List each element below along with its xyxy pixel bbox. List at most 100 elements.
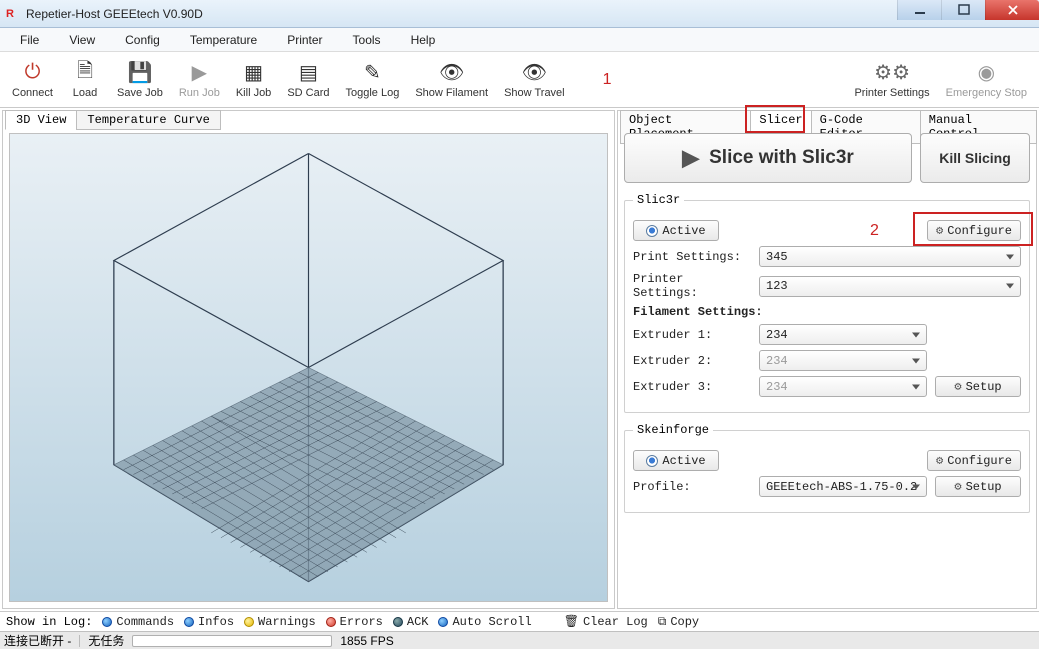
gear-icon: ⚙ <box>936 223 943 238</box>
window-title: Repetier-Host GEEEtech V0.90D <box>26 7 203 21</box>
sdcard-icon: ▤ <box>299 61 318 85</box>
menu-view[interactable]: View <box>59 31 105 49</box>
load-label: Load <box>73 87 97 99</box>
log-infos-toggle[interactable]: Infos <box>184 615 234 629</box>
show-in-log-label: Show in Log: <box>6 615 92 629</box>
window-maximize-button[interactable] <box>941 0 985 20</box>
window-minimize-button[interactable] <box>897 0 941 20</box>
slic3r-active-button[interactable]: Active <box>633 220 719 241</box>
slic3r-group: Slic3r Active 2 ⚙ Configure <box>624 193 1030 413</box>
play-icon: ▶ <box>682 145 699 171</box>
save-icon: 💾 <box>127 61 152 85</box>
gear-icon: ⚙ <box>936 453 943 468</box>
kill-job-button[interactable]: ▦ Kill Job <box>228 59 279 101</box>
slic3r-legend: Slic3r <box>633 193 684 207</box>
emergency-stop-label: Emergency Stop <box>946 87 1027 99</box>
menu-printer[interactable]: Printer <box>277 31 332 49</box>
emergency-stop-button[interactable]: ◉ Emergency Stop <box>938 59 1035 101</box>
tab-3d-view[interactable]: 3D View <box>5 110 77 130</box>
log-warnings-toggle[interactable]: Warnings <box>244 615 316 629</box>
printer-settings-label: Printer Settings: <box>633 272 751 300</box>
tab-temp-curve[interactable]: Temperature Curve <box>76 110 220 130</box>
trash-icon: 🗑 <box>564 614 579 629</box>
filament-settings-heading: Filament Settings: <box>633 305 763 319</box>
kill-icon: ▦ <box>244 61 263 85</box>
print-settings-dropdown[interactable]: 345 <box>759 246 1021 267</box>
log-ack-toggle[interactable]: ACK <box>393 615 429 629</box>
log-commands-toggle[interactable]: Commands <box>102 615 174 629</box>
annotation-number-1: 1 <box>603 71 612 89</box>
slic3r-configure-button[interactable]: ⚙ Configure <box>927 220 1021 241</box>
save-job-label: Save Job <box>117 87 163 99</box>
dot-icon <box>184 617 194 627</box>
dot-icon <box>438 617 448 627</box>
slice-button-label: Slice with Slic3r <box>709 147 854 169</box>
slic3r-configure-label: Configure <box>947 224 1012 238</box>
kill-slicing-button[interactable]: Kill Slicing <box>920 133 1030 183</box>
slic3r-setup-label: Setup <box>966 380 1002 394</box>
tab-slicer-label: Slicer <box>759 113 802 127</box>
skeinforge-active-label: Active <box>662 454 705 468</box>
connect-button[interactable]: ⏻ Connect <box>4 59 61 101</box>
printer-settings-button[interactable]: ⚙⚙ Printer Settings <box>846 59 937 101</box>
extruder2-dropdown[interactable]: 234 <box>759 350 927 371</box>
connect-label: Connect <box>12 87 53 99</box>
copy-log-button[interactable]: ⧉Copy <box>658 615 699 629</box>
menu-help[interactable]: Help <box>401 31 446 49</box>
sd-card-label: SD Card <box>287 87 329 99</box>
extruder3-dropdown[interactable]: 234 <box>759 376 927 397</box>
extruder2-label: Extruder 2: <box>633 354 751 368</box>
skeinforge-active-button[interactable]: Active <box>633 450 719 471</box>
slice-button[interactable]: ▶ Slice with Slic3r <box>624 133 912 183</box>
run-job-button[interactable]: ▶ Run Job <box>171 59 228 101</box>
load-button[interactable]: 🗎 Load <box>61 59 109 101</box>
skeinforge-configure-label: Configure <box>947 454 1012 468</box>
clear-log-button[interactable]: 🗑Clear Log <box>564 614 648 629</box>
profile-dropdown[interactable]: GEEEtech-ABS-1.75-0.2 <box>759 476 927 497</box>
dot-icon <box>393 617 403 627</box>
skeinforge-legend: Skeinforge <box>633 423 713 437</box>
stop-icon: ◉ <box>978 61 995 85</box>
connection-status: 连接已断开 - <box>4 632 71 649</box>
slic3r-setup-button[interactable]: ⚙ Setup <box>935 376 1021 397</box>
show-travel-button[interactable]: 👁 Show Travel <box>496 59 573 101</box>
log-errors-toggle[interactable]: Errors <box>326 615 383 629</box>
skeinforge-configure-button[interactable]: ⚙ Configure <box>927 450 1021 471</box>
task-status: 无任务 <box>88 632 124 649</box>
menu-bar: File View Config Temperature Printer Too… <box>0 28 1039 52</box>
toggle-log-button[interactable]: ✎ Toggle Log <box>338 59 408 101</box>
toggle-log-label: Toggle Log <box>346 87 400 99</box>
skeinforge-setup-button[interactable]: ⚙ Setup <box>935 476 1021 497</box>
dot-icon <box>326 617 336 627</box>
annotation-number-2: 2 <box>870 222 879 240</box>
gear-icon: ⚙ <box>954 379 961 394</box>
menu-file[interactable]: File <box>10 31 49 49</box>
show-filament-button[interactable]: 👁 Show Filament <box>407 59 496 101</box>
menu-tools[interactable]: Tools <box>343 31 391 49</box>
extruder3-label: Extruder 3: <box>633 380 751 394</box>
skeinforge-group: Skeinforge Active ⚙ Configure Profile: G… <box>624 423 1030 513</box>
printer-settings-dropdown[interactable]: 123 <box>759 276 1021 297</box>
show-travel-label: Show Travel <box>504 87 565 99</box>
kill-slicing-label: Kill Slicing <box>939 150 1011 166</box>
play-icon: ▶ <box>192 61 207 85</box>
kill-job-label: Kill Job <box>236 87 271 99</box>
save-job-button[interactable]: 💾 Save Job <box>109 59 171 101</box>
radio-on-icon <box>646 455 658 467</box>
extruder1-dropdown[interactable]: 234 <box>759 324 927 345</box>
progress-bar <box>132 635 332 647</box>
menu-temperature[interactable]: Temperature <box>180 31 267 49</box>
window-close-button[interactable] <box>985 0 1039 20</box>
menu-config[interactable]: Config <box>115 31 170 49</box>
profile-label: Profile: <box>633 480 751 494</box>
log-autoscroll-toggle[interactable]: Auto Scroll <box>438 615 531 629</box>
dot-icon <box>102 617 112 627</box>
eye-icon: 👁 <box>439 61 464 85</box>
gear-icon: ⚙ <box>954 479 961 494</box>
right-panel: Object Placement Slicer G-Code Editor Ma… <box>617 110 1037 609</box>
print-settings-label: Print Settings: <box>633 250 751 264</box>
sd-card-button[interactable]: ▤ SD Card <box>279 59 337 101</box>
status-bar: 连接已断开 - 无任务 1855 FPS <box>0 631 1039 649</box>
3d-viewport[interactable] <box>9 133 608 602</box>
extruder1-label: Extruder 1: <box>633 328 751 342</box>
